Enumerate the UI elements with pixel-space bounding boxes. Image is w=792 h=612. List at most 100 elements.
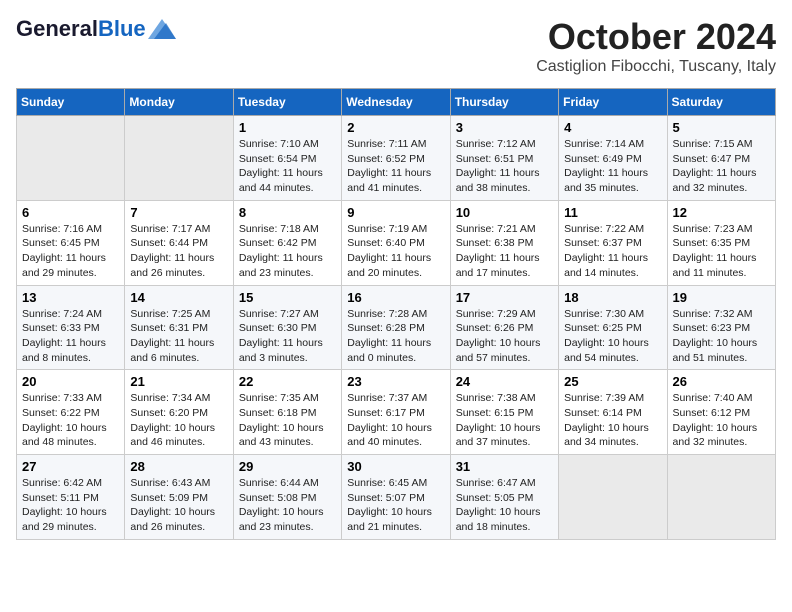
day-number: 20 (22, 374, 119, 389)
day-number: 21 (130, 374, 227, 389)
header-cell-saturday: Saturday (667, 89, 775, 116)
day-number: 28 (130, 459, 227, 474)
day-detail: Sunrise: 7:14 AMSunset: 6:49 PMDaylight:… (564, 137, 661, 196)
day-number: 22 (239, 374, 336, 389)
calendar-cell (17, 116, 125, 201)
day-detail: Sunrise: 7:16 AMSunset: 6:45 PMDaylight:… (22, 222, 119, 281)
calendar-cell: 6 Sunrise: 7:16 AMSunset: 6:45 PMDaylight… (17, 200, 125, 285)
calendar-cell: 28 Sunrise: 6:43 AMSunset: 5:09 PMDayligh… (125, 455, 233, 540)
calendar-cell: 30Sunrise: 6:45 AMSunset: 5:07 PMDayligh… (342, 455, 450, 540)
logo-general: General (16, 16, 98, 42)
calendar-cell: 24Sunrise: 7:38 AMSunset: 6:15 PMDayligh… (450, 370, 558, 455)
day-number: 26 (673, 374, 770, 389)
day-number: 16 (347, 290, 444, 305)
week-row-1: 1 Sunrise: 7:10 AMSunset: 6:54 PMDaylight… (17, 116, 776, 201)
calendar-cell (667, 455, 775, 540)
calendar-cell: 3 Sunrise: 7:12 AMSunset: 6:51 PMDaylight… (450, 116, 558, 201)
title-area: October 2024 Castiglion Fibocchi, Tuscan… (536, 16, 776, 76)
logo-blue: Blue (98, 16, 146, 42)
calendar-cell: 7 Sunrise: 7:17 AMSunset: 6:44 PMDaylight… (125, 200, 233, 285)
calendar-cell: 23 Sunrise: 7:37 AMSunset: 6:17 PMDayligh… (342, 370, 450, 455)
day-detail: Sunrise: 7:38 AMSunset: 6:15 PMDaylight:… (456, 391, 553, 450)
calendar-cell: 15Sunrise: 7:27 AMSunset: 6:30 PMDayligh… (233, 285, 341, 370)
logo-icon (148, 19, 176, 39)
month-title: October 2024 (536, 16, 776, 58)
calendar-cell: 19 Sunrise: 7:32 AMSunset: 6:23 PMDayligh… (667, 285, 775, 370)
day-detail: Sunrise: 7:34 AMSunset: 6:20 PMDaylight:… (130, 391, 227, 450)
calendar-cell: 5 Sunrise: 7:15 AMSunset: 6:47 PMDaylight… (667, 116, 775, 201)
week-row-4: 20 Sunrise: 7:33 AMSunset: 6:22 PMDayligh… (17, 370, 776, 455)
day-number: 4 (564, 120, 661, 135)
day-number: 9 (347, 205, 444, 220)
day-detail: Sunrise: 7:12 AMSunset: 6:51 PMDaylight:… (456, 137, 553, 196)
day-number: 12 (673, 205, 770, 220)
week-row-5: 27 Sunrise: 6:42 AMSunset: 5:11 PMDayligh… (17, 455, 776, 540)
calendar-cell: 8 Sunrise: 7:18 AMSunset: 6:42 PMDaylight… (233, 200, 341, 285)
day-number: 25 (564, 374, 661, 389)
calendar-cell: 22 Sunrise: 7:35 AMSunset: 6:18 PMDayligh… (233, 370, 341, 455)
calendar-cell: 16 Sunrise: 7:28 AMSunset: 6:28 PMDayligh… (342, 285, 450, 370)
calendar-cell: 10 Sunrise: 7:21 AMSunset: 6:38 PMDayligh… (450, 200, 558, 285)
calendar-cell: 2Sunrise: 7:11 AMSunset: 6:52 PMDaylight… (342, 116, 450, 201)
day-number: 31 (456, 459, 553, 474)
day-detail: Sunrise: 7:35 AMSunset: 6:18 PMDaylight:… (239, 391, 336, 450)
header-cell-sunday: Sunday (17, 89, 125, 116)
day-detail: Sunrise: 7:32 AMSunset: 6:23 PMDaylight:… (673, 307, 770, 366)
day-detail: Sunrise: 6:43 AMSunset: 5:09 PMDaylight:… (130, 476, 227, 535)
calendar-cell: 1 Sunrise: 7:10 AMSunset: 6:54 PMDaylight… (233, 116, 341, 201)
day-number: 17 (456, 290, 553, 305)
day-detail: Sunrise: 7:37 AMSunset: 6:17 PMDaylight:… (347, 391, 444, 450)
day-detail: Sunrise: 7:23 AMSunset: 6:35 PMDaylight:… (673, 222, 770, 281)
week-row-3: 13Sunrise: 7:24 AMSunset: 6:33 PMDayligh… (17, 285, 776, 370)
day-number: 10 (456, 205, 553, 220)
day-detail: Sunrise: 6:42 AMSunset: 5:11 PMDaylight:… (22, 476, 119, 535)
day-number: 1 (239, 120, 336, 135)
day-detail: Sunrise: 7:40 AMSunset: 6:12 PMDaylight:… (673, 391, 770, 450)
calendar-cell: 31Sunrise: 6:47 AMSunset: 5:05 PMDayligh… (450, 455, 558, 540)
calendar-cell: 29Sunrise: 6:44 AMSunset: 5:08 PMDayligh… (233, 455, 341, 540)
calendar-cell: 26 Sunrise: 7:40 AMSunset: 6:12 PMDayligh… (667, 370, 775, 455)
day-detail: Sunrise: 7:33 AMSunset: 6:22 PMDaylight:… (22, 391, 119, 450)
day-number: 11 (564, 205, 661, 220)
day-number: 18 (564, 290, 661, 305)
day-number: 13 (22, 290, 119, 305)
calendar-cell (559, 455, 667, 540)
location-title: Castiglion Fibocchi, Tuscany, Italy (536, 58, 776, 76)
calendar-cell: 21 Sunrise: 7:34 AMSunset: 6:20 PMDayligh… (125, 370, 233, 455)
header-row: SundayMondayTuesdayWednesdayThursdayFrid… (17, 89, 776, 116)
day-detail: Sunrise: 7:22 AMSunset: 6:37 PMDaylight:… (564, 222, 661, 281)
day-detail: Sunrise: 7:27 AMSunset: 6:30 PMDaylight:… (239, 307, 336, 366)
header: General Blue October 2024 Castiglion Fib… (16, 16, 776, 76)
day-number: 27 (22, 459, 119, 474)
day-detail: Sunrise: 7:25 AMSunset: 6:31 PMDaylight:… (130, 307, 227, 366)
calendar-cell: 20 Sunrise: 7:33 AMSunset: 6:22 PMDayligh… (17, 370, 125, 455)
day-detail: Sunrise: 7:21 AMSunset: 6:38 PMDaylight:… (456, 222, 553, 281)
calendar-cell: 13Sunrise: 7:24 AMSunset: 6:33 PMDayligh… (17, 285, 125, 370)
day-detail: Sunrise: 7:10 AMSunset: 6:54 PMDaylight:… (239, 137, 336, 196)
header-cell-thursday: Thursday (450, 89, 558, 116)
header-cell-wednesday: Wednesday (342, 89, 450, 116)
day-number: 6 (22, 205, 119, 220)
day-number: 8 (239, 205, 336, 220)
day-detail: Sunrise: 7:15 AMSunset: 6:47 PMDaylight:… (673, 137, 770, 196)
day-number: 19 (673, 290, 770, 305)
day-detail: Sunrise: 7:18 AMSunset: 6:42 PMDaylight:… (239, 222, 336, 281)
calendar-cell: 17 Sunrise: 7:29 AMSunset: 6:26 PMDayligh… (450, 285, 558, 370)
day-detail: Sunrise: 7:11 AMSunset: 6:52 PMDaylight:… (347, 137, 444, 196)
day-number: 5 (673, 120, 770, 135)
header-cell-monday: Monday (125, 89, 233, 116)
day-number: 7 (130, 205, 227, 220)
day-detail: Sunrise: 7:17 AMSunset: 6:44 PMDaylight:… (130, 222, 227, 281)
header-cell-friday: Friday (559, 89, 667, 116)
calendar-cell: 4 Sunrise: 7:14 AMSunset: 6:49 PMDaylight… (559, 116, 667, 201)
day-number: 23 (347, 374, 444, 389)
calendar-cell: 9 Sunrise: 7:19 AMSunset: 6:40 PMDaylight… (342, 200, 450, 285)
day-detail: Sunrise: 6:45 AMSunset: 5:07 PMDaylight:… (347, 476, 444, 535)
day-detail: Sunrise: 7:28 AMSunset: 6:28 PMDaylight:… (347, 307, 444, 366)
calendar-cell: 27 Sunrise: 6:42 AMSunset: 5:11 PMDayligh… (17, 455, 125, 540)
day-detail: Sunrise: 7:19 AMSunset: 6:40 PMDaylight:… (347, 222, 444, 281)
day-detail: Sunrise: 7:29 AMSunset: 6:26 PMDaylight:… (456, 307, 553, 366)
day-number: 29 (239, 459, 336, 474)
day-number: 3 (456, 120, 553, 135)
day-detail: Sunrise: 7:30 AMSunset: 6:25 PMDaylight:… (564, 307, 661, 366)
